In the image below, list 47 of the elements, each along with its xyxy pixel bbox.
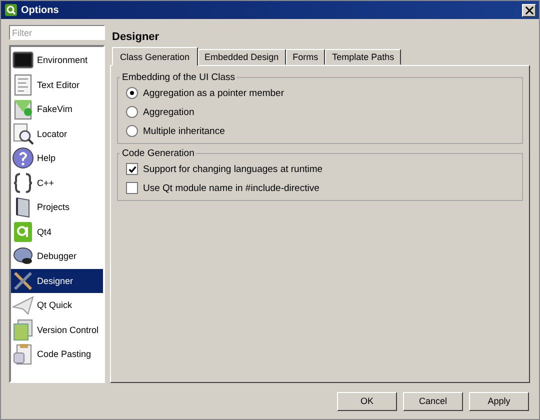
radio-button[interactable] [126, 87, 138, 99]
sidebar-item[interactable]: Code Pasting [11, 342, 103, 366]
radio-option[interactable]: Aggregation as a pointer member [126, 87, 514, 99]
radio-button[interactable] [126, 106, 138, 118]
sidebar-item[interactable]: Environment [11, 48, 103, 72]
sidebar-item[interactable]: Projects [11, 195, 103, 220]
checkbox[interactable] [126, 163, 138, 175]
braces-icon [12, 172, 34, 194]
tab[interactable]: Template Paths [325, 49, 402, 65]
dialog-button[interactable]: OK [337, 392, 397, 410]
checkbox[interactable] [126, 182, 138, 194]
dialog-button[interactable]: Cancel [403, 392, 463, 410]
sidebar-item[interactable]: Locator [11, 122, 103, 146]
sidebar-item[interactable]: C++ [11, 170, 103, 195]
monitor-icon [12, 49, 34, 72]
tools-icon [12, 270, 34, 292]
close-button[interactable] [522, 4, 536, 16]
document-icon [12, 98, 34, 120]
paper-plane-icon [12, 294, 34, 316]
sidebar-item[interactable]: Designer [11, 268, 103, 293]
document-icon [12, 74, 34, 96]
sidebar-item[interactable]: FakeVim [11, 97, 103, 122]
tab[interactable]: Embedded Design [198, 49, 286, 65]
sidebar-item[interactable]: Qt4 [11, 220, 103, 244]
tab[interactable]: Class Generation [112, 47, 198, 66]
radio-option[interactable]: Multiple inheritance [126, 125, 514, 137]
sidebar-item[interactable]: Help [11, 146, 103, 170]
radio-option[interactable]: Aggregation [126, 106, 514, 118]
tab[interactable]: Forms [286, 49, 326, 65]
filter-field[interactable]: Filter [9, 25, 105, 40]
sidebar-item[interactable]: Text Editor [11, 72, 103, 97]
dialog-button[interactable]: Apply [469, 392, 529, 410]
page-title: Designer [111, 30, 160, 45]
magnifier-icon [12, 122, 34, 145]
sidebar-item[interactable]: Qt Quick [11, 293, 103, 318]
radio-button[interactable] [126, 125, 138, 137]
group-title: Embedding of the UI Class [121, 72, 236, 83]
app-icon [4, 3, 18, 17]
sidebar-item[interactable]: Debugger [11, 244, 103, 268]
sidebar-item[interactable]: Version Control [11, 318, 103, 342]
group-title: Code Generation [121, 148, 196, 159]
checkbox-option[interactable]: Support for changing languages at runtime [126, 163, 514, 175]
clipboard-icon [12, 343, 34, 366]
question-icon [12, 147, 34, 170]
window-title: Options [21, 4, 60, 16]
checkbox-option[interactable]: Use Qt module name in #include-directive [126, 182, 514, 194]
documents-icon [12, 318, 34, 341]
